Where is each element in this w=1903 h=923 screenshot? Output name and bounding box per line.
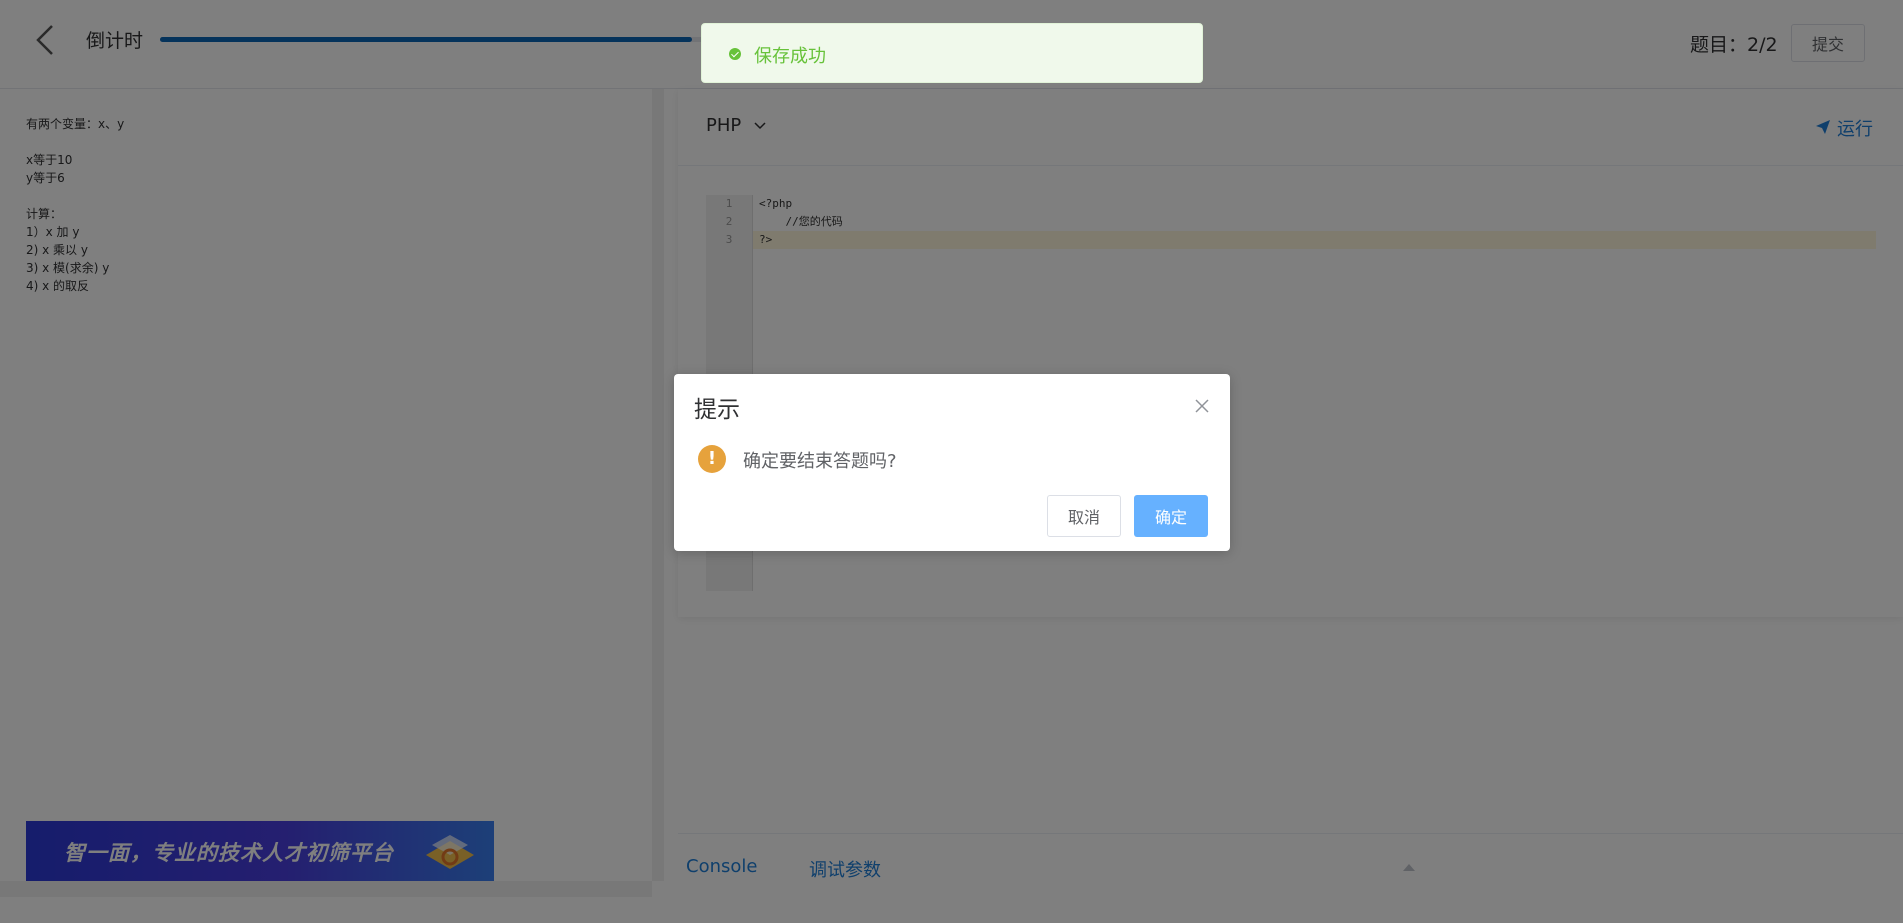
dialog-message: 确定要结束答题吗? — [743, 451, 897, 472]
close-icon[interactable] — [1194, 398, 1210, 414]
confirm-dialog: 提示 ! 确定要结束答题吗? 取消 确定 — [674, 374, 1230, 551]
toast-message: 保存成功 — [754, 46, 826, 67]
success-toast: 保存成功 — [701, 23, 1203, 83]
success-check-icon — [729, 48, 741, 60]
warning-icon: ! — [698, 445, 726, 473]
cancel-button[interactable]: 取消 — [1047, 495, 1121, 537]
confirm-button[interactable]: 确定 — [1134, 495, 1208, 537]
dialog-title: 提示 — [694, 397, 740, 423]
